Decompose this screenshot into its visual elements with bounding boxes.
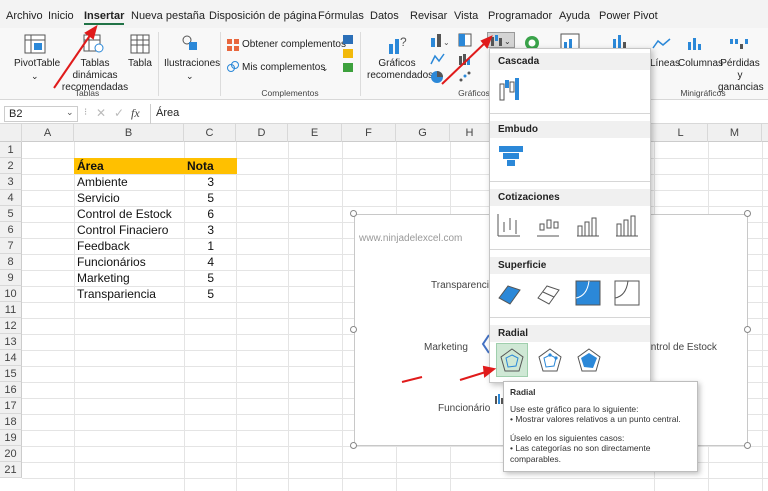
annotation-arrows	[53, 24, 497, 383]
